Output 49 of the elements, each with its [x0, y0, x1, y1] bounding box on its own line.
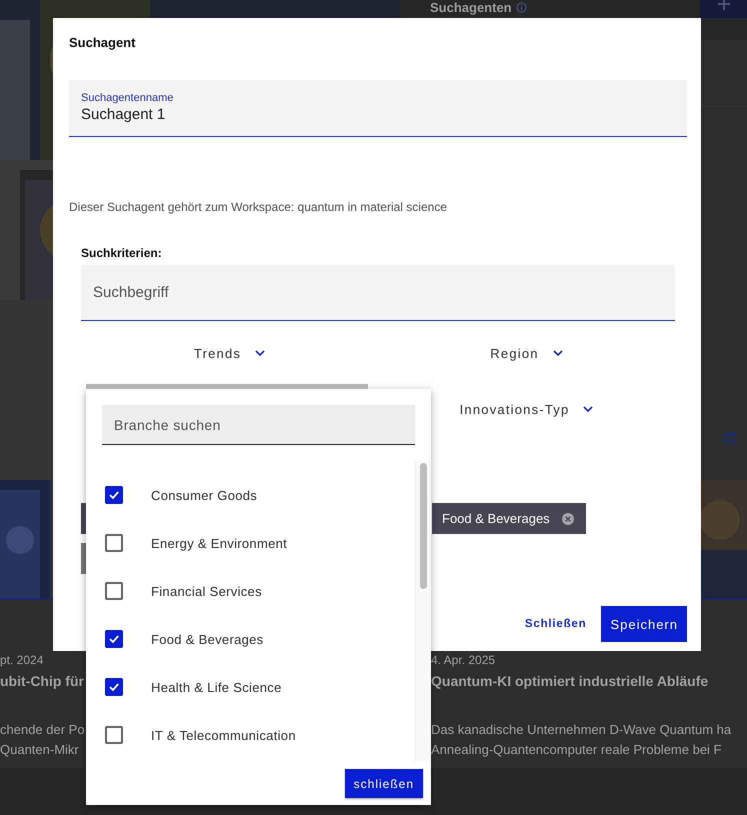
option-label: IT & Telecommunication — [151, 728, 296, 742]
option-label: Energy & Environment — [151, 536, 288, 550]
option-item[interactable]: Financial Services — [86, 567, 415, 615]
chevron-icon — [583, 406, 594, 412]
section-title: Suchkriterien: — [81, 246, 163, 260]
article-text: Das kanadische Unternehmen D-Wave Quantum ha — [431, 721, 732, 739]
filter-dropdown[interactable]: Trends — [190, 344, 270, 362]
option-item[interactable]: IT & Telecommunication — [86, 711, 415, 759]
option-label: Consumer Goods — [151, 488, 258, 502]
dialog-title: Suchagent — [69, 35, 136, 51]
article-date: pt. 2024 — [0, 653, 44, 667]
checkbox[interactable] — [105, 630, 123, 648]
filter-dropdown[interactable]: Innovations-Typ — [456, 400, 598, 418]
article-text: Quanten-Mikr — [0, 741, 80, 759]
chevron-icon — [255, 350, 266, 356]
option-item[interactable]: Health & Life Science — [86, 663, 415, 711]
option-item[interactable]: Consumer Goods — [86, 471, 415, 519]
workspace-note: Dieser Suchagent gehört zum Workspace: quantum in material science — [69, 200, 448, 214]
plus-icon — [718, 0, 730, 10]
add-button[interactable] — [700, 0, 747, 18]
article-date: 4. Apr. 2025 — [431, 653, 496, 667]
remove-icon[interactable] — [562, 512, 574, 524]
option-label: Financial Services — [151, 584, 262, 598]
close-button[interactable]: schließen — [344, 769, 423, 798]
article-text: Annealing-Quantencomputer reale Probleme bei F — [431, 741, 723, 759]
search-field[interactable]: Suchbegriff — [81, 265, 675, 321]
article-title[interactable]: Quantum-KI optimiert industrielle Abläufe — [431, 673, 747, 690]
filter-dropdown[interactable]: Region — [486, 344, 567, 362]
checkbox[interactable] — [105, 534, 123, 552]
save-button[interactable]: Speichern — [601, 606, 687, 642]
field-label: Suchagentenname — [81, 92, 174, 105]
tag-label: Food & Beverages — [442, 511, 550, 526]
chevron-icon — [552, 350, 563, 356]
panel-title: Suchagenten — [430, 1, 512, 15]
scrollbar[interactable] — [415, 461, 431, 761]
search-field[interactable]: Branche suchen — [102, 405, 415, 445]
checkbox[interactable] — [105, 726, 123, 744]
option-label: Health & Life Science — [151, 680, 282, 694]
article-title[interactable]: ubit-Chip für — [0, 673, 86, 690]
name-field[interactable]: Suchagentenname Suchagent 1 — [69, 80, 687, 137]
option-item[interactable]: Food & Beverages — [86, 615, 415, 663]
checkbox[interactable] — [105, 582, 123, 600]
field-value: Suchagent 1 — [81, 105, 166, 125]
close-button[interactable]: Schließen — [524, 614, 586, 634]
option-label: Food & Beverages — [151, 632, 264, 646]
option-item[interactable]: Energy & Environment — [86, 519, 415, 567]
checkbox[interactable] — [105, 678, 123, 696]
checkbox[interactable] — [105, 486, 123, 504]
article-text: chende der Po — [0, 721, 86, 739]
